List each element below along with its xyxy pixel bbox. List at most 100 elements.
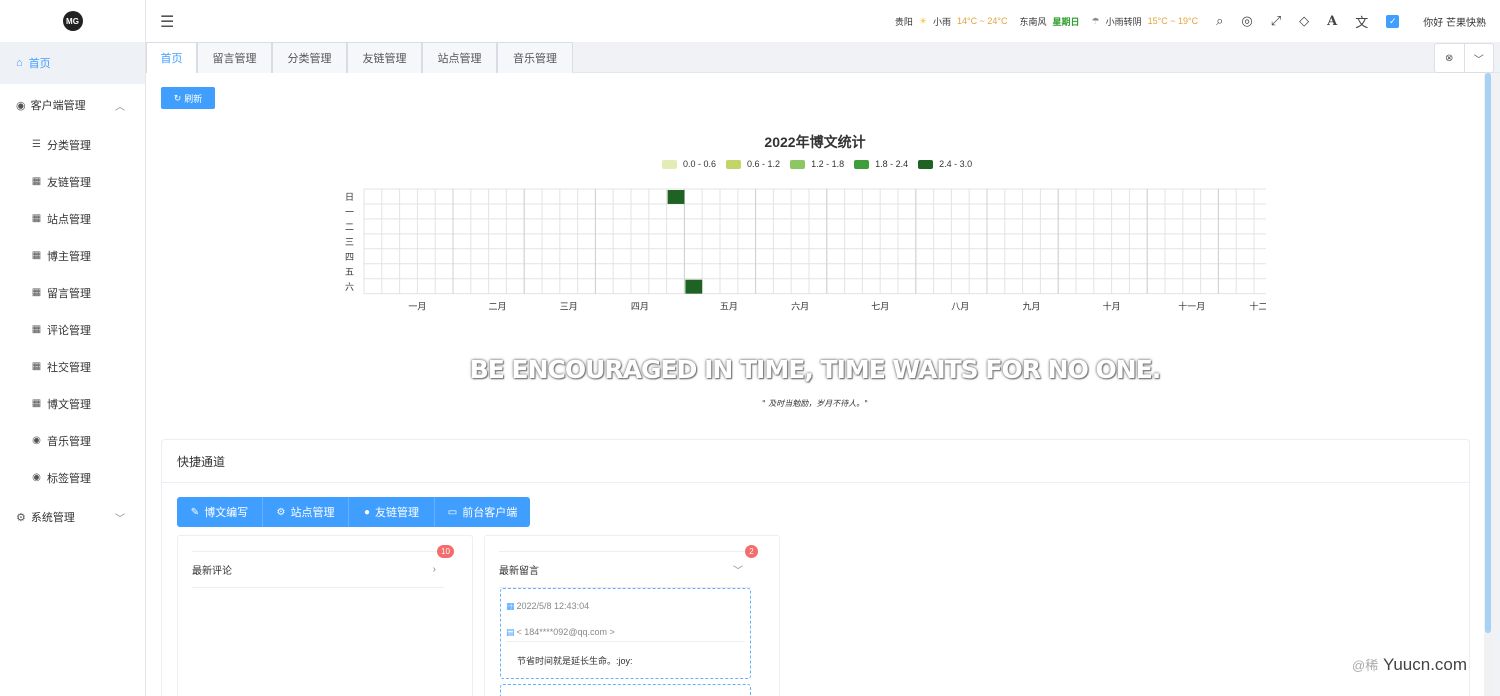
list-icon: ☰ — [32, 139, 41, 150]
document-icon: ▤ — [506, 627, 515, 637]
sidebar-item-label: 博文管理 — [47, 398, 91, 411]
day-label: 三 — [345, 238, 354, 248]
refresh-label: 刷新 — [184, 93, 203, 104]
sidebar-item[interactable]: ▦ 友链管理 — [0, 163, 145, 200]
tab[interactable]: 分类管理 — [272, 42, 347, 73]
latest-messages-header[interactable]: 最新留言 ﹀ — [499, 551, 751, 588]
tab[interactable]: 音乐管理 — [497, 42, 573, 73]
sidebar-item-label: 站点管理 — [47, 213, 91, 226]
chevron-down-icon[interactable]: ﹀ — [1463, 44, 1494, 72]
sidebar-item-label: 友链管理 — [47, 176, 91, 189]
month-label: 五月 — [720, 302, 738, 313]
sidebar-item-home[interactable]: ⌂ 首页 — [0, 42, 145, 84]
legend-item[interactable]: 1.8 - 2.4 — [854, 159, 908, 169]
sidebar-item[interactable]: ☰ 分类管理 — [0, 126, 145, 163]
translate-icon[interactable]: 文 — [1355, 12, 1368, 31]
quick-button[interactable]: ✎ 博文编写 — [177, 497, 263, 527]
quick-button-label: 友链管理 — [375, 507, 420, 519]
tab[interactable]: 友链管理 — [347, 42, 422, 73]
messages-badge: 2 — [745, 545, 758, 558]
legend-item[interactable]: 0.0 - 0.6 — [662, 159, 716, 169]
latest-messages-title: 最新留言 — [499, 566, 539, 577]
quick-button[interactable]: ⚙ 站点管理 — [263, 497, 349, 527]
scrollbar[interactable] — [1484, 73, 1492, 696]
grid-icon: ▦ — [31, 250, 42, 261]
sidebar-item[interactable]: ▦ 留言管理 — [0, 274, 145, 311]
chevron-up-icon: ︿ — [115, 101, 125, 113]
scrollbar-thumb[interactable] — [1485, 73, 1491, 633]
legend-label: 0.6 - 1.2 — [747, 159, 781, 169]
fullscreen-icon[interactable]: ⤢ — [1271, 13, 1281, 29]
logo[interactable]: MG — [62, 11, 83, 31]
sidebar-group-label: 客户端管理 — [30, 100, 86, 112]
heatmap-cell[interactable] — [667, 190, 685, 204]
edit-icon: ✎ — [190, 506, 200, 518]
refresh-icon: ↻ — [173, 92, 182, 103]
logo-bar: MG — [0, 0, 145, 42]
target-icon[interactable]: ◎ — [1241, 13, 1252, 29]
tab-controls: ⊗ ﹀ — [1434, 43, 1494, 73]
sidebar-item-label: 社交管理 — [47, 361, 91, 374]
month-label: 十二月 — [1249, 301, 1266, 313]
latest-comments-header[interactable]: 最新评论 › — [192, 551, 444, 588]
diamond-icon[interactable]: ◇ — [1299, 13, 1309, 29]
quick-button-label: 站点管理 — [290, 507, 335, 519]
message-item[interactable]: ▦ 2022/5/8 12:43:04 ▤ < 184****092@qq.com … — [500, 588, 751, 679]
quick-button[interactable]: ▭ 前台客户端 — [435, 497, 530, 527]
sidebar-item-label: 留言管理 — [47, 287, 91, 300]
user-greeting[interactable]: 你好 芒果快熟 — [1423, 14, 1486, 29]
sidebar-item[interactable]: ▦ 博文管理 — [0, 385, 145, 422]
weather-tomorrow: 小雨转阴 — [1105, 16, 1142, 27]
weather-wind: 东南风 — [1019, 16, 1047, 27]
tab[interactable]: 首页 — [146, 42, 197, 73]
sidebar-group-system[interactable]: ⚙ 系统管理 ﹀ — [0, 496, 145, 538]
message-item[interactable] — [500, 684, 751, 696]
checkbox-icon[interactable]: ✓ — [1386, 14, 1400, 28]
home-icon: ⌂ — [16, 57, 23, 69]
sidebar-item[interactable]: ▦ 站点管理 — [0, 200, 145, 237]
menu-toggle-icon[interactable]: ☰ — [160, 12, 174, 32]
sidebar-item-label: 音乐管理 — [47, 435, 91, 448]
circle-icon: ◉ — [16, 99, 26, 112]
calendar-icon: ▦ — [506, 601, 515, 611]
sidebar-group-client[interactable]: ◉ 客户端管理 ︿ — [0, 84, 145, 126]
app-root: MG ⌂ 首页 ◉ 客户端管理 ︿ ☰ 分类管理 ▦ 友链管理 ▦ 站点管理 ▦ 博主管理 ▦ 留… — [0, 0, 1500, 696]
month-label: 七月 — [871, 302, 889, 313]
font-icon[interactable]: A — [1327, 14, 1337, 29]
legend-label: 0.0 - 0.6 — [683, 159, 717, 169]
close-tabs-icon[interactable]: ⊗ — [1435, 44, 1464, 72]
latest-comments-card: 最新评论 › 10 — [177, 535, 473, 696]
sidebar-item[interactable]: ▦ 博主管理 — [0, 237, 145, 274]
day-label: 五 — [345, 268, 354, 278]
tab[interactable]: 留言管理 — [197, 42, 272, 73]
legend-label: 1.8 - 2.4 — [875, 159, 909, 169]
tab-bar: 首页 留言管理 分类管理 友链管理 站点管理 音乐管理 ⊗ ﹀ — [146, 42, 1500, 73]
sidebar-item[interactable]: ▦ 社交管理 — [0, 348, 145, 385]
sidebar-item[interactable]: ▦ 评论管理 — [0, 311, 145, 348]
header-right: 贵阳 ☀ 小雨 14°C ~ 24°C 东南风 星期日 ☂ 小雨转阴 15°C … — [895, 0, 1486, 42]
main-content: ↻ 刷新 2022年博文统计 0.0 - 0.6 0.6 - 1.2 1.2 - 1… — [146, 73, 1484, 696]
grid-icon: ▦ — [31, 398, 42, 409]
chevron-down-icon: ﹀ — [115, 513, 125, 525]
sidebar-item[interactable]: ◉ 标签管理 — [0, 459, 145, 496]
message-text: 节省时间就是延长生命。:joy: — [517, 656, 633, 666]
heatmap-cell[interactable] — [685, 279, 703, 294]
rain-icon: ☂ — [1091, 15, 1100, 26]
gear-icon: ⚙ — [16, 511, 26, 524]
quick-button-group: ✎ 博文编写 ⚙ 站点管理 ● 友链管理 ▭ 前台客户端 — [177, 497, 530, 527]
watermark-text: Yuucn.com — [1382, 655, 1468, 674]
tab[interactable]: 站点管理 — [422, 42, 497, 73]
quick-button[interactable]: ● 友链管理 — [349, 497, 435, 527]
gear-icon: ⚙ — [276, 506, 286, 518]
month-label: 八月 — [951, 302, 969, 313]
legend-item[interactable]: 0.6 - 1.2 — [726, 159, 780, 169]
legend-item[interactable]: 1.2 - 1.8 — [790, 159, 844, 169]
chevron-right-icon: › — [432, 564, 436, 575]
legend-item[interactable]: 2.4 - 3.0 — [918, 159, 972, 169]
day-label: 四 — [345, 253, 354, 263]
grid-icon: ▦ — [31, 324, 42, 335]
refresh-button[interactable]: ↻ 刷新 — [161, 87, 215, 109]
comments-badge: 10 — [437, 545, 454, 558]
search-icon[interactable]: ⌕ — [1216, 13, 1223, 29]
sidebar-item[interactable]: ◉ 音乐管理 — [0, 422, 145, 459]
